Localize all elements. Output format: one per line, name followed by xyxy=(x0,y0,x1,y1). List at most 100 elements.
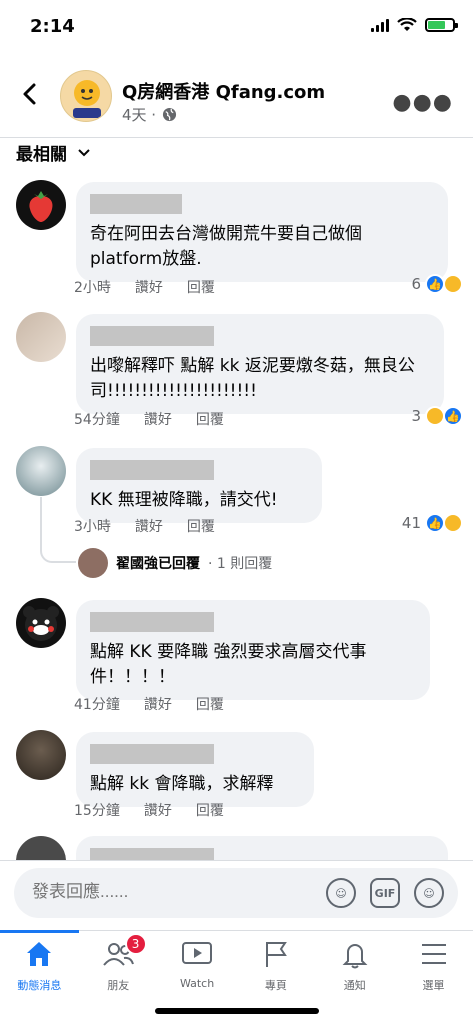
comment-text: KK 無理被降職，請交代! xyxy=(90,490,278,510)
comment-bubble[interactable]: 點解 KK 要降職 強烈要求高層交代事件！！！！ xyxy=(76,600,430,700)
redacted-author-name xyxy=(90,326,214,346)
comment-text: 出嚟解釋吓 點解 kk 返泥要燉冬菇，無良公司!!!!!!!!!!!!!!!!!… xyxy=(90,356,415,401)
hamburger-menu-icon xyxy=(417,937,451,971)
tab-watch[interactable]: Watch xyxy=(158,931,237,1000)
comment-text: 點解 kk 會降職，求解釋 xyxy=(90,774,274,794)
status-icons xyxy=(371,18,458,32)
comment-actions: 54分鐘 讚好 回覆 xyxy=(74,409,224,429)
page-avatar[interactable] xyxy=(60,70,112,122)
reply-button[interactable]: 回覆 xyxy=(196,409,224,429)
wifi-icon xyxy=(397,18,417,31)
like-button[interactable]: 讚好 xyxy=(144,409,172,429)
tab-notifications[interactable]: 通知 xyxy=(315,931,394,1000)
comment-time: 2小時 xyxy=(74,280,111,296)
haha-reaction-icon xyxy=(443,274,463,294)
status-time: 2:14 xyxy=(30,16,75,37)
reply-thread-line xyxy=(40,497,76,563)
comment-time: 54分鐘 xyxy=(74,412,120,428)
sticker-icon[interactable]: ☺ xyxy=(326,878,356,908)
reaction-summary[interactable]: 3 👍 xyxy=(411,406,463,426)
chevron-down-icon xyxy=(78,148,90,156)
avatar[interactable] xyxy=(16,598,66,648)
post-meta: 4天 · xyxy=(122,104,177,125)
tab-label: 通知 xyxy=(343,979,366,992)
reply-button[interactable]: 回覆 xyxy=(187,516,215,536)
reply-summary[interactable]: 翟國強已回覆 · 1 則回覆 xyxy=(78,548,272,578)
reaction-count: 3 xyxy=(411,407,421,425)
tab-label: 朋友 xyxy=(107,979,130,992)
comment-time: 41分鐘 xyxy=(74,697,120,713)
reply-button[interactable]: 回覆 xyxy=(187,277,215,297)
tab-label: Watch xyxy=(179,977,215,990)
bottom-tab-bar: 動態消息 3 朋友 Watch 專頁 通知 選單 xyxy=(0,930,473,1000)
like-button[interactable]: 讚好 xyxy=(144,694,172,714)
status-bar: 2:14 xyxy=(0,0,473,56)
avatar[interactable] xyxy=(16,730,66,780)
strawberry-icon xyxy=(29,191,53,222)
signal-icon xyxy=(371,18,389,32)
redacted-author-name xyxy=(90,612,214,632)
comment-actions: 41分鐘 讚好 回覆 xyxy=(74,694,224,714)
haha-reaction-icon xyxy=(443,513,463,533)
reaction-summary[interactable]: 41 👍 xyxy=(402,513,463,533)
comment-bubble[interactable] xyxy=(76,836,448,860)
redacted-author-name xyxy=(90,744,214,764)
redacted-author-name xyxy=(90,848,214,860)
reaction-summary[interactable]: 6 👍 xyxy=(411,274,463,294)
comment-time: 15分鐘 xyxy=(74,803,120,819)
reply-author: 翟國強已回覆 xyxy=(116,556,200,572)
tab-label: 動態消息 xyxy=(17,979,62,992)
home-icon xyxy=(22,937,56,971)
comment-text: 奇在阿田去台灣做開荒牛要自己做個platform放盤. xyxy=(90,224,362,269)
tab-menu[interactable]: 選單 xyxy=(394,931,473,1000)
back-arrow-icon[interactable] xyxy=(18,82,42,106)
post-time: 4天 · xyxy=(122,106,157,124)
header-divider xyxy=(0,137,473,138)
comment-item xyxy=(16,836,466,860)
comment-input[interactable] xyxy=(32,882,253,902)
like-button[interactable]: 讚好 xyxy=(135,516,163,536)
like-reaction-icon: 👍 xyxy=(425,513,445,533)
reaction-count: 41 xyxy=(401,514,421,532)
tab-pages[interactable]: 專頁 xyxy=(236,931,315,1000)
comment-bubble[interactable]: 奇在阿田去台灣做開荒牛要自己做個platform放盤. xyxy=(76,182,448,282)
haha-reaction-icon xyxy=(425,406,445,426)
avatar[interactable] xyxy=(16,312,66,362)
redacted-author-name xyxy=(90,460,214,480)
emoji-icon[interactable]: ☺ xyxy=(414,878,444,908)
composer-tools: ☺ GIF ☺ xyxy=(326,878,444,908)
avatar[interactable] xyxy=(16,446,66,496)
avatar[interactable] xyxy=(16,836,66,860)
bear-face-icon xyxy=(23,606,59,641)
page-name[interactable]: Q房網香港 Qfang.com xyxy=(122,78,325,104)
notification-badge: 3 xyxy=(124,933,147,955)
comment-bubble[interactable]: 出嚟解釋吓 點解 kk 返泥要燉冬菇，無良公司!!!!!!!!!!!!!!!!!… xyxy=(76,314,444,414)
comment-composer[interactable]: ☺ GIF ☺ xyxy=(14,868,458,918)
like-button[interactable]: 讚好 xyxy=(144,800,172,820)
comment-text: 點解 KK 要降職 強烈要求高層交代事件！！！！ xyxy=(90,642,367,687)
sort-label: 最相關 xyxy=(16,145,67,165)
comment-bubble[interactable]: KK 無理被降職，請交代! xyxy=(76,448,322,523)
reply-button[interactable]: 回覆 xyxy=(196,694,224,714)
comment-actions: 2小時 讚好 回覆 xyxy=(74,277,215,297)
avatar xyxy=(78,548,108,578)
tab-label: 專頁 xyxy=(264,979,287,992)
tab-news-feed[interactable]: 動態消息 xyxy=(0,930,79,1000)
avatar[interactable] xyxy=(16,180,66,230)
like-reaction-icon: 👍 xyxy=(443,406,463,426)
reply-count: · 1 則回覆 xyxy=(208,556,273,572)
composer-divider xyxy=(0,860,473,861)
globe-icon xyxy=(163,107,177,122)
comment-bubble[interactable]: 點解 kk 會降職，求解釋 xyxy=(76,732,314,807)
tab-friends[interactable]: 3 朋友 xyxy=(79,931,158,1000)
mascot-icon xyxy=(73,80,101,118)
like-button[interactable]: 讚好 xyxy=(135,277,163,297)
reply-button[interactable]: 回覆 xyxy=(196,800,224,820)
more-options-icon[interactable]: ●●● xyxy=(392,90,453,115)
battery-icon xyxy=(425,18,458,32)
comment-sort-dropdown[interactable]: 最相關 xyxy=(16,140,91,165)
gif-icon[interactable]: GIF xyxy=(370,878,400,908)
watch-icon xyxy=(180,937,214,971)
like-reaction-icon: 👍 xyxy=(425,274,445,294)
comment-time: 3小時 xyxy=(74,519,111,535)
